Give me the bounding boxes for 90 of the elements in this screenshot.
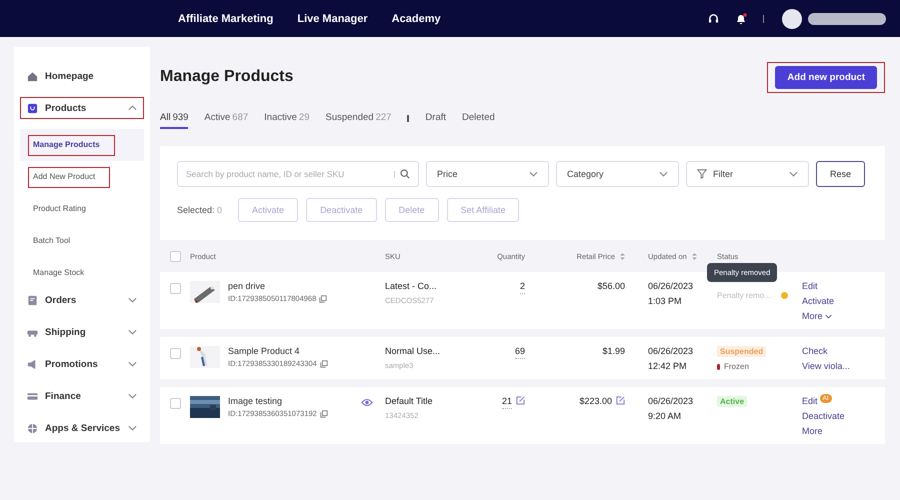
reset-button[interactable]: Rese: [816, 161, 865, 187]
action-link[interactable]: Check: [802, 346, 885, 356]
quantity[interactable]: 69: [514, 346, 525, 359]
nav-link[interactable]: Affiliate Marketing: [178, 12, 274, 24]
updated-date: 06/26/2023: [648, 396, 694, 406]
chevron-icon: [128, 393, 137, 399]
copy-icon[interactable]: [320, 410, 328, 418]
chevron-icon: [529, 171, 538, 177]
dropdown[interactable]: Price: [426, 161, 549, 187]
chevron-icon: [128, 361, 137, 367]
row-checkbox[interactable]: [170, 348, 181, 359]
sort-icon: [620, 252, 625, 260]
chevron-icon: [659, 171, 668, 177]
sub-status: Penalty remo...: [717, 291, 771, 300]
sidebar-item[interactable]: Promotions: [20, 353, 144, 375]
dropdown[interactable]: Category: [556, 161, 679, 187]
status-badge: Suspended: [717, 346, 766, 357]
chevron-icon: [128, 425, 137, 431]
chevron-icon: [128, 329, 137, 335]
sidebar-item[interactable]: Apps & Services: [20, 417, 144, 439]
tab[interactable]: Deleted: [462, 108, 495, 128]
clipboard-icon: [27, 294, 38, 306]
action-link[interactable]: More: [802, 426, 885, 436]
product-name[interactable]: Image testing: [228, 396, 353, 406]
edit-icon[interactable]: [616, 396, 625, 405]
edit-icon[interactable]: [516, 396, 525, 405]
sku-name: Default Title: [385, 396, 434, 406]
funnel-icon: [697, 169, 707, 179]
copy-icon[interactable]: [319, 294, 328, 302]
nav-link[interactable]: Academy: [392, 12, 441, 24]
sidebar-item[interactable]: Products: [20, 97, 144, 119]
bell-icon[interactable]: [735, 12, 747, 24]
sidebar-item[interactable]: Finance: [20, 385, 144, 407]
eye-icon[interactable]: [361, 398, 373, 407]
updated-time: 1:03 PM: [648, 296, 683, 306]
action-link[interactable]: Activate: [802, 296, 885, 306]
sort-icon: [692, 252, 697, 260]
copy-icon[interactable]: [320, 360, 328, 368]
tab[interactable]: Inactive 29: [264, 108, 310, 128]
chevron-icon: [824, 314, 832, 318]
retail-price: $1.99: [602, 346, 625, 356]
sub-status: Frozen: [724, 362, 749, 371]
sidebar-subitem[interactable]: Manage Stock: [20, 257, 144, 289]
dropdown[interactable]: Filter: [686, 161, 809, 187]
chevron-icon: [789, 171, 798, 177]
updated-time: 12:42 PM: [648, 361, 688, 371]
chevron-icon: [128, 297, 137, 303]
nav-link[interactable]: Live Manager: [297, 12, 368, 24]
product-name[interactable]: Sample Product 4: [228, 346, 385, 356]
headset-icon[interactable]: [708, 13, 719, 24]
megaphone-icon: [27, 358, 38, 370]
updated-date: 06/26/2023: [648, 281, 694, 291]
action-link[interactable]: Deactivate: [802, 411, 885, 421]
status-badge: Active: [717, 396, 748, 407]
row-checkbox[interactable]: [170, 283, 181, 294]
retail-price: $56.00: [597, 281, 625, 291]
sidebar-subitem[interactable]: Product Rating: [20, 193, 144, 225]
product-name[interactable]: pen drive: [228, 281, 385, 291]
sidebar-item[interactable]: Orders: [20, 289, 144, 311]
sidebar-item[interactable]: Shipping: [20, 321, 144, 343]
sidebar-subitem[interactable]: Batch Tool: [20, 225, 144, 257]
search-icon[interactable]: [400, 169, 410, 179]
sku-name: Latest - Co...: [385, 281, 438, 291]
selected-count: Selected: 0: [177, 205, 222, 215]
quantity[interactable]: 2: [520, 281, 525, 294]
sidebar-item[interactable]: Homepage: [20, 65, 144, 87]
action-link[interactable]: View viola...: [802, 361, 885, 371]
sku-name: Normal Use...: [385, 346, 442, 356]
chevron-icon: [128, 105, 137, 111]
card-icon: [27, 390, 38, 402]
updated-time: 9:20 AM: [648, 411, 682, 421]
tab[interactable]: Active 687: [204, 108, 248, 128]
select-all-checkbox[interactable]: [170, 250, 181, 262]
sidebar-subitem[interactable]: Add New Product: [20, 161, 144, 193]
quantity[interactable]: 21: [502, 396, 512, 409]
tab[interactable]: All 939: [160, 108, 188, 128]
tab[interactable]: Draft: [425, 108, 446, 128]
add-product-button[interactable]: Add new product: [775, 66, 877, 88]
page-title: Manage Products: [160, 68, 294, 86]
search-field[interactable]: Search by product name, ID or seller SKU: [177, 161, 419, 187]
globe-icon: [27, 422, 38, 434]
action-link[interactable]: Edit: [802, 281, 885, 291]
tab[interactable]: Suspended 227: [325, 108, 392, 128]
sidebar-subitem[interactable]: Manage Products: [20, 129, 144, 161]
retail-price: $223.00: [579, 396, 612, 406]
row-checkbox[interactable]: [170, 398, 181, 409]
action-link[interactable]: More: [802, 311, 885, 321]
home-icon: [27, 70, 38, 82]
bag-icon: [27, 102, 38, 114]
updated-date: 06/26/2023: [648, 346, 694, 356]
